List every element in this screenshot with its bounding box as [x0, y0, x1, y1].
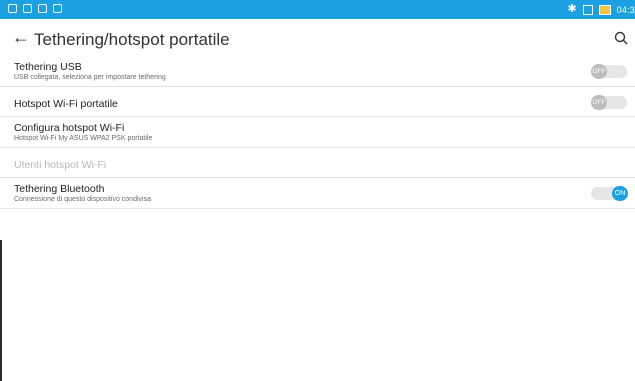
setting-title: Tethering USB — [14, 61, 82, 73]
setting-row-hotspot-users: Utenti hotspot Wi-Fi — [0, 148, 635, 178]
clock-time: 04:3 — [616, 4, 635, 15]
setting-subtitle: USB collegata, seleziona per impostare t… — [14, 74, 166, 81]
search-icon[interactable] — [614, 31, 628, 45]
setting-subtitle: Hotspot Wi-Fi My ASUS WPA2 PSK portatile — [14, 135, 153, 142]
settings-list: Tethering USB USB collegata, seleziona p… — [0, 56, 635, 209]
battery-icon — [598, 4, 611, 15]
status-right: ✱ 04:3 — [567, 0, 635, 19]
setting-subtitle: Connessione di questo dispositivo condiv… — [14, 196, 151, 203]
screen-edge — [0, 240, 2, 381]
toggle-state: ON — [612, 186, 628, 201]
tethering-usb-toggle[interactable]: OFF — [591, 64, 627, 79]
page-title: Tethering/hotspot portatile — [34, 30, 230, 49]
back-arrow-icon[interactable]: ← — [12, 28, 30, 46]
status-notifications — [8, 4, 62, 13]
setting-row-tethering-usb[interactable]: Tethering USB USB collegata, seleziona p… — [0, 56, 635, 87]
setting-title: Configura hotspot Wi-Fi — [14, 122, 125, 134]
bluetooth-icon: ✱ — [567, 3, 577, 15]
app-bar: ← Tethering/hotspot portatile — [0, 19, 635, 60]
notification-icon — [38, 4, 47, 13]
toggle-state: OFF — [591, 64, 607, 79]
bluetooth-tethering-toggle[interactable]: ON — [591, 186, 628, 201]
notification-icon — [23, 4, 32, 13]
sim-icon — [582, 4, 593, 15]
setting-row-configure-hotspot[interactable]: Configura hotspot Wi-Fi Hotspot Wi-Fi My… — [0, 117, 635, 148]
setting-title: Hotspot Wi-Fi portatile — [14, 98, 118, 110]
status-bar: ✱ 04:3 — [0, 0, 635, 19]
wifi-hotspot-toggle[interactable]: OFF — [591, 95, 627, 110]
notification-icon — [8, 4, 17, 13]
setting-title: Tethering Bluetooth — [14, 183, 105, 195]
notification-icon — [53, 4, 62, 13]
setting-row-wifi-hotspot[interactable]: Hotspot Wi-Fi portatile OFF — [0, 87, 635, 117]
toggle-state: OFF — [591, 95, 607, 110]
setting-row-bluetooth-tethering[interactable]: Tethering Bluetooth Connessione di quest… — [0, 178, 635, 209]
setting-title: Utenti hotspot Wi-Fi — [14, 159, 107, 171]
